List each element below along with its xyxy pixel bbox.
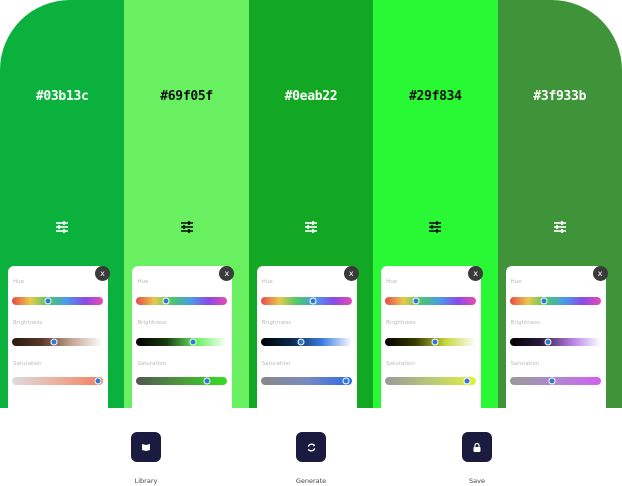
hue-slider-handle[interactable] <box>540 297 548 305</box>
refresh-icon <box>307 442 315 452</box>
saturation-slider-handle[interactable] <box>548 377 556 385</box>
brightness-label: Brightness <box>137 320 167 326</box>
saturation-slider[interactable] <box>12 377 103 385</box>
color-hex-label: #03b13c <box>35 89 89 104</box>
library-button[interactable] <box>131 432 161 462</box>
saturation-slider[interactable] <box>136 377 228 385</box>
color-hex-label: #0eab22 <box>284 89 338 104</box>
brightness-slider-handle[interactable] <box>544 338 552 346</box>
brightness-slider-handle[interactable] <box>50 338 58 346</box>
close-panel-button[interactable]: x <box>592 266 608 281</box>
adjust-sliders-icon[interactable] <box>180 220 194 234</box>
hue-slider-handle[interactable] <box>412 297 420 305</box>
saturation-slider[interactable] <box>260 377 352 385</box>
hue-label: Hue <box>510 279 522 285</box>
save-label: Save <box>469 477 485 485</box>
brightness-label: Brightness <box>13 320 43 326</box>
brightness-slider-handle[interactable] <box>297 338 305 346</box>
saturation-label: Saturation <box>386 361 415 367</box>
brightness-slider[interactable] <box>385 338 477 346</box>
lock-icon <box>473 442 481 452</box>
color-adjust-panel: x Hue Brightness Saturation <box>505 266 608 408</box>
color-hex-label: #3f933b <box>533 89 587 104</box>
book-icon <box>142 444 150 451</box>
adjust-sliders-icon[interactable] <box>55 220 69 234</box>
color-adjust-panel: x Hue Brightness Saturation <box>256 266 359 408</box>
color-column[interactable]: #3f933b x Hue Brightness Saturation <box>497 0 622 408</box>
color-hex-label: #69f05f <box>160 89 213 104</box>
hue-slider-handle[interactable] <box>44 297 52 305</box>
hue-label: Hue <box>13 279 25 285</box>
brightness-slider[interactable] <box>136 338 228 346</box>
color-column[interactable]: #69f05f x Hue Brightness Saturation <box>124 0 249 408</box>
saturation-slider[interactable] <box>385 377 477 385</box>
save-button[interactable] <box>462 432 492 462</box>
brightness-slider-handle[interactable] <box>189 338 197 346</box>
generate-label: Generate <box>295 477 327 485</box>
brightness-slider[interactable] <box>260 338 352 346</box>
brightness-label: Brightness <box>386 320 416 326</box>
brightness-slider-handle[interactable] <box>431 338 439 346</box>
close-panel-button[interactable]: x <box>343 266 359 281</box>
color-column[interactable]: #29f834 x Hue Brightness Saturation <box>373 0 498 408</box>
hue-label: Hue <box>261 279 273 285</box>
brightness-label: Brightness <box>510 320 540 326</box>
brightness-label: Brightness <box>261 320 292 326</box>
color-hex-label: #29f834 <box>409 89 462 104</box>
saturation-slider-handle[interactable] <box>94 377 102 385</box>
saturation-label: Saturation <box>13 361 42 367</box>
saturation-slider-handle[interactable] <box>203 377 211 385</box>
saturation-label: Saturation <box>137 361 167 367</box>
saturation-slider[interactable] <box>509 377 601 385</box>
brightness-slider[interactable] <box>509 338 601 346</box>
generate-button[interactable] <box>296 432 326 462</box>
saturation-label: Saturation <box>510 361 540 367</box>
hue-slider[interactable] <box>136 297 228 305</box>
color-column[interactable]: #0eab22 x Hue Brightness Saturation <box>248 0 374 408</box>
hue-slider[interactable] <box>385 297 477 305</box>
saturation-slider-handle[interactable] <box>342 377 350 385</box>
hue-slider[interactable] <box>509 297 601 305</box>
close-panel-button[interactable]: x <box>468 266 484 281</box>
hue-slider-handle[interactable] <box>162 297 169 305</box>
palette-frame: #03b13c x Hue Brightness Saturation #69f05f x H… <box>0 0 622 408</box>
brightness-slider[interactable] <box>12 338 103 346</box>
close-panel-button[interactable]: x <box>219 266 235 281</box>
saturation-slider-handle[interactable] <box>463 377 471 385</box>
hue-label: Hue <box>137 279 149 285</box>
hue-label: Hue <box>386 279 398 285</box>
hue-slider[interactable] <box>12 297 103 305</box>
color-adjust-panel: x Hue Brightness Saturation <box>381 266 484 408</box>
hue-slider[interactable] <box>260 297 352 305</box>
color-column[interactable]: #03b13c x Hue Brightness Saturation <box>0 0 125 408</box>
hue-slider-handle[interactable] <box>309 297 317 305</box>
adjust-sliders-icon[interactable] <box>304 220 318 234</box>
close-panel-button[interactable]: x <box>95 266 110 281</box>
color-adjust-panel: x Hue Brightness Saturation <box>132 266 235 408</box>
library-label: Library <box>134 477 158 485</box>
adjust-sliders-icon[interactable] <box>428 220 442 234</box>
adjust-sliders-icon[interactable] <box>553 220 567 234</box>
color-adjust-panel: x Hue Brightness Saturation <box>8 266 110 408</box>
saturation-label: Saturation <box>261 361 291 367</box>
